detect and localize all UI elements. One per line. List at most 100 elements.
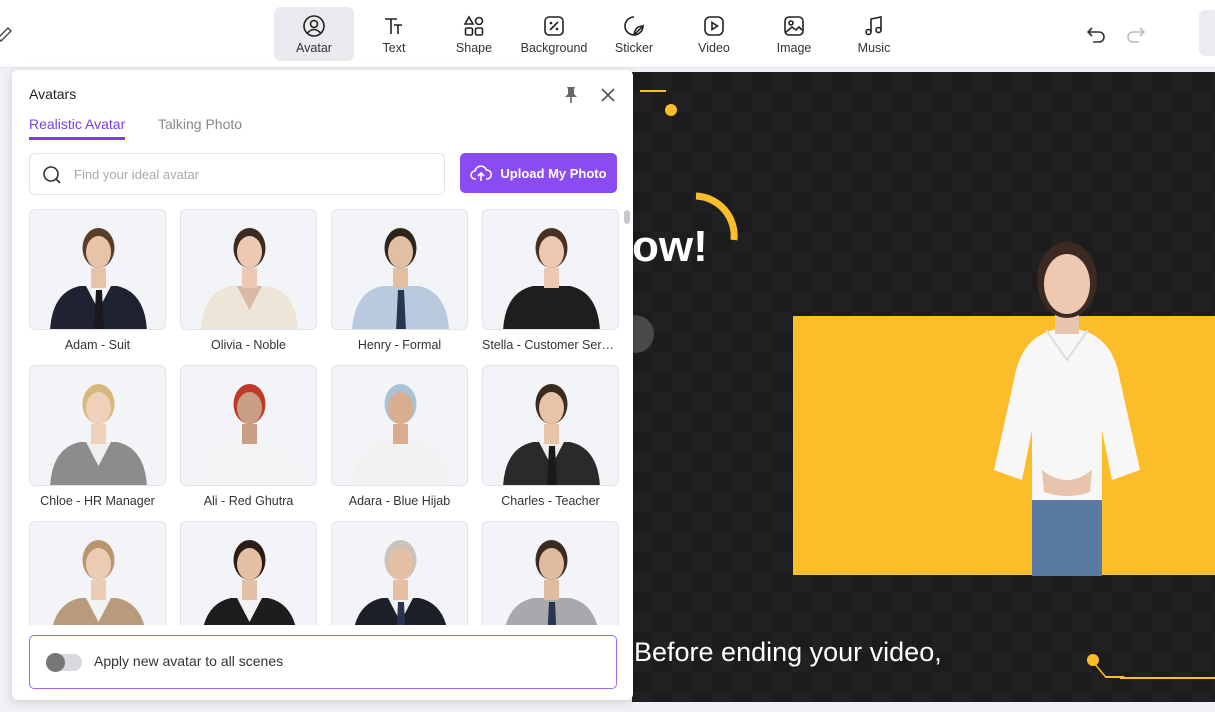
tool-sticker[interactable]: Sticker [594, 7, 674, 61]
toggle-knob [46, 653, 65, 672]
music-icon [865, 15, 882, 35]
tool-label: Sticker [614, 40, 654, 55]
avatar-card[interactable]: Olivia - Noble [180, 209, 317, 352]
avatar-figure [203, 540, 296, 625]
tool-label: Image [776, 40, 812, 55]
decor-line [640, 90, 666, 108]
redo-icon [1127, 27, 1146, 43]
avatar-thumbnail [180, 209, 317, 330]
decor-line [1120, 677, 1215, 679]
avatar-figure [352, 228, 449, 329]
avatar-figure [52, 540, 145, 625]
avatar-thumbnail [29, 209, 166, 330]
close-icon [601, 88, 615, 102]
tool-label: Music [857, 40, 891, 55]
image-icon [784, 15, 804, 36]
close-panel-button[interactable] [599, 86, 617, 104]
avatar-search[interactable] [29, 153, 445, 195]
avatar-figure [505, 540, 598, 625]
presenter-avatar[interactable] [962, 230, 1172, 576]
shape-icon [463, 14, 484, 36]
pin-icon [565, 87, 577, 103]
avatar-figure [503, 384, 600, 485]
avatar-figure [201, 228, 298, 329]
tool-label: Text [382, 40, 406, 55]
tab-realistic-avatar[interactable]: Realistic Avatar [29, 116, 126, 140]
sticker-icon [624, 15, 644, 36]
upload-photo-button[interactable]: Upload My Photo [460, 153, 617, 193]
tool-video[interactable]: Video [674, 7, 754, 61]
avatar-thumbnail [331, 209, 468, 330]
apply-all-toggle[interactable] [46, 653, 82, 672]
avatar-card[interactable]: Chloe - HR Manager [29, 365, 166, 508]
avatar-thumbnail [482, 209, 619, 330]
video-icon [704, 15, 724, 36]
tool-avatar[interactable]: Avatar [274, 7, 354, 61]
avatars-panel: Avatars Realistic Avatar Talking Photo U… [12, 70, 633, 700]
avatar-thumbnail [29, 365, 166, 486]
avatar-card[interactable]: Ali - Red Ghutra [180, 365, 317, 508]
avatar-card[interactable]: Charles - Teacher [482, 365, 619, 508]
avatar-figure [354, 540, 447, 625]
text-icon [385, 17, 402, 34]
scene-canvas[interactable]: ow! Before ending your video, [632, 72, 1215, 702]
search-icon [43, 166, 61, 184]
avatar-card[interactable]: Henry - Formal [331, 209, 468, 352]
undo-icon [1086, 27, 1105, 43]
avatar-icon [303, 14, 325, 37]
avatar-thumbnail [331, 365, 468, 486]
avatar-card[interactable]: Adam - Suit [29, 209, 166, 352]
tool-image[interactable]: Image [754, 7, 834, 61]
redo-button[interactable] [1124, 22, 1148, 46]
avatar-card[interactable]: Stella - Customer Service [482, 209, 619, 352]
avatar-figure [503, 228, 600, 329]
export-button[interactable] [1199, 10, 1215, 56]
cloud-upload-icon [470, 165, 493, 181]
avatar-figure [50, 228, 147, 329]
avatar-name: Chloe - HR Manager [40, 494, 155, 508]
avatar-thumbnail [331, 521, 468, 625]
search-input[interactable] [74, 162, 434, 186]
avatar-name: Olivia - Noble [210, 338, 287, 352]
upload-photo-label: Upload My Photo [500, 165, 607, 181]
avatar-thumbnail [180, 521, 317, 625]
tool-label: Background [520, 40, 588, 55]
avatar-thumbnail [180, 365, 317, 486]
tool-label: Video [698, 40, 730, 55]
decor-dot [665, 104, 677, 116]
tool-label: Shape [455, 40, 493, 55]
tab-talking-photo[interactable]: Talking Photo [158, 116, 242, 137]
avatar-card[interactable] [29, 521, 166, 625]
pin-button[interactable] [561, 85, 581, 105]
tool-shape[interactable]: Shape [434, 7, 514, 61]
avatar-name: Stella - Customer Service [482, 338, 619, 352]
undo-button[interactable] [1084, 22, 1108, 46]
avatar-thumbnail [29, 521, 166, 625]
avatar-card[interactable] [180, 521, 317, 625]
avatar-figure [201, 384, 298, 485]
avatar-name: Henry - Formal [357, 338, 442, 352]
panel-title: Avatars [29, 86, 77, 102]
avatar-name: Adara - Blue Hijab [348, 494, 451, 508]
avatar-card[interactable]: Adara - Blue Hijab [331, 365, 468, 508]
scene-headline: ow! [632, 222, 708, 271]
avatar-name: Charles - Teacher [501, 494, 600, 508]
apply-all-label: Apply new avatar to all scenes [94, 653, 284, 669]
apply-all-scenes-row: Apply new avatar to all scenes [29, 635, 617, 689]
avatar-card[interactable] [331, 521, 468, 625]
tool-music[interactable]: Music [834, 7, 914, 61]
avatar-thumbnail [482, 365, 619, 486]
tool-label: Avatar [296, 40, 332, 55]
background-icon [544, 15, 564, 36]
top-toolbar: Avatar Text Shape Background Sticker Video Ima… [0, 0, 1215, 68]
avatar-figure [352, 384, 449, 485]
avatar-grid: Adam - Suit Olivia - Noble Henry - Formal S… [29, 209, 623, 625]
edit-icon[interactable] [0, 24, 12, 42]
avatar-card[interactable] [482, 521, 619, 625]
tool-text[interactable]: Text [354, 7, 434, 61]
tool-background[interactable]: Background [514, 7, 594, 61]
avatar-name: Adam - Suit [64, 338, 131, 352]
scrollbar[interactable] [624, 210, 630, 224]
avatar-name: Ali - Red Ghutra [203, 494, 294, 508]
avatar-figure [50, 384, 147, 485]
